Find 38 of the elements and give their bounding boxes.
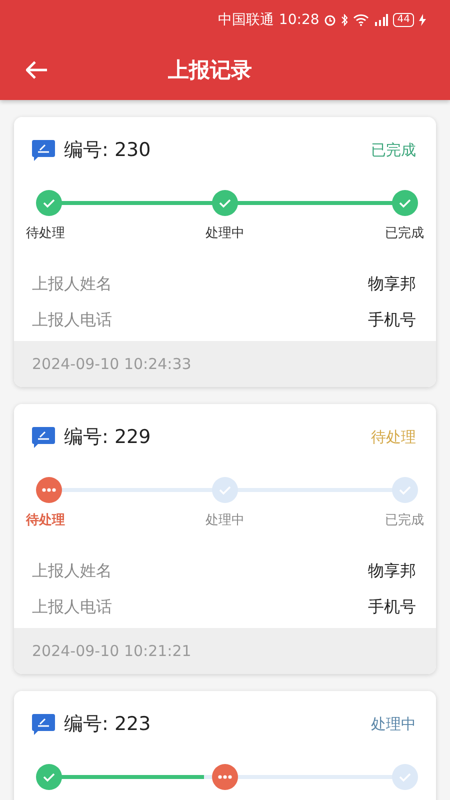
report-time: 2024-09-10 10:24:33 [32, 355, 192, 373]
step-label: 已完成 [385, 512, 424, 529]
carrier-name: 中国联通 [218, 11, 274, 29]
record-card[interactable]: 编号: 223 处理中 [14, 691, 436, 800]
field-label: 上报人电话 [32, 310, 112, 331]
record-number: 编号: 229 [64, 425, 152, 450]
step-label: 已完成 [385, 225, 424, 242]
record-card[interactable]: 编号: 229 待处理 待处理 处理中 已完成 上报人姓名 物享邦 上报人电话 手机号 2024-09-10 10:21:21 [14, 404, 436, 674]
report-icon [32, 426, 55, 448]
field-label: 上报人姓名 [32, 561, 112, 582]
battery-level: 44 [393, 13, 414, 27]
bluetooth-icon [341, 14, 348, 26]
record-status: 待处理 [371, 428, 416, 446]
field-label: 上报人姓名 [32, 274, 112, 295]
record-number: 编号: 223 [64, 712, 152, 737]
field-value: 手机号 [368, 310, 416, 331]
charging-icon [419, 14, 426, 26]
report-icon [32, 140, 55, 160]
step-label: 处理中 [206, 512, 244, 529]
wifi-icon [353, 14, 370, 26]
field-value: 物享邦 [368, 561, 416, 582]
record-number: 编号: 230 [64, 138, 152, 163]
field-value: 物享邦 [368, 274, 416, 295]
step-label: 待处理 [26, 512, 65, 529]
record-status: 处理中 [371, 714, 416, 734]
field-value: 手机号 [368, 597, 416, 618]
report-icon [32, 714, 55, 734]
alarm-icon [324, 14, 336, 26]
field-label: 上报人电话 [32, 597, 112, 618]
record-card[interactable]: 编号: 230 已完成 待处理 处理中 已完成 上报人姓名 物享邦 上报人电话 手机号 2024-09-10 10:24:33 [14, 117, 436, 387]
step-label: 待处理 [26, 225, 65, 242]
step-label: 处理中 [206, 225, 244, 242]
record-status: 已完成 [371, 140, 416, 160]
back-arrow-icon [26, 61, 48, 79]
clock-time: 10:28 [278, 12, 320, 28]
page-title: 上报记录 [168, 57, 252, 84]
signal-icon [374, 14, 388, 26]
report-time: 2024-09-10 10:21:21 [32, 642, 192, 660]
